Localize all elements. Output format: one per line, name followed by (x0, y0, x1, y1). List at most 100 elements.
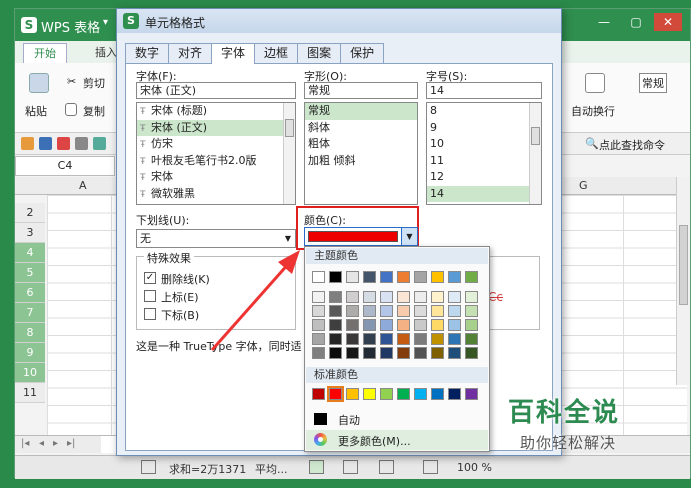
tab-start[interactable]: 开始 (23, 43, 67, 63)
theme-color-swatch[interactable] (329, 319, 342, 331)
theme-color-swatch[interactable] (329, 305, 342, 317)
theme-color-swatch[interactable] (380, 291, 393, 303)
theme-color-swatch[interactable] (380, 347, 393, 359)
zoom-level[interactable]: 100 % (457, 461, 492, 474)
open-icon[interactable] (21, 137, 34, 150)
theme-color-swatch[interactable] (312, 319, 325, 331)
standard-color-swatch[interactable] (397, 388, 410, 400)
check-icon[interactable]: ✓ (144, 272, 156, 284)
list-item[interactable]: 加粗 倾斜 (305, 153, 417, 170)
theme-color-swatch[interactable] (346, 291, 359, 303)
row-header[interactable]: 4 (15, 243, 45, 263)
more-colors-option[interactable]: 更多颜色(M)... (306, 430, 488, 450)
tab-alignment[interactable]: 对齐 (168, 43, 213, 63)
underline-select[interactable]: 无 ▼ (136, 229, 296, 248)
standard-color-swatch[interactable] (380, 388, 393, 400)
theme-color-swatch[interactable] (414, 271, 427, 283)
theme-color-swatch[interactable] (346, 305, 359, 317)
save-icon[interactable] (39, 137, 52, 150)
chevron-down-icon[interactable]: ▾ (103, 17, 108, 28)
row-header[interactable]: 3 (15, 223, 45, 243)
normal-view-icon[interactable] (309, 460, 324, 474)
cut-button[interactable]: 剪切 (83, 75, 105, 91)
copy-icon[interactable] (65, 103, 77, 116)
close-icon[interactable]: ✕ (654, 13, 682, 31)
list-item[interactable]: Ŧ 宋体 (正文) (137, 119, 295, 136)
theme-color-swatch[interactable] (448, 347, 461, 359)
wps-app-title[interactable]: WPS 表格 (41, 17, 100, 36)
theme-color-swatch[interactable] (397, 291, 410, 303)
theme-color-swatch[interactable] (465, 305, 478, 317)
checkbox-box[interactable] (144, 308, 156, 320)
wrap-text-button[interactable]: 自动换行 (571, 103, 615, 119)
list-item[interactable]: Ŧ 宋体 (标题) (137, 103, 295, 120)
theme-color-swatch[interactable] (414, 347, 427, 359)
theme-color-swatch[interactable] (414, 319, 427, 331)
row-header[interactable]: 9 (15, 343, 45, 363)
list-item[interactable]: 9 (427, 120, 541, 137)
theme-color-swatch[interactable] (431, 305, 444, 317)
standard-color-swatch[interactable] (363, 388, 376, 400)
theme-color-swatch[interactable] (414, 333, 427, 345)
theme-color-swatch[interactable] (363, 305, 376, 317)
pdf-icon[interactable] (57, 137, 70, 150)
list-item[interactable]: 粗体 (305, 136, 417, 153)
tab-pattern[interactable]: 图案 (297, 43, 342, 63)
theme-color-swatch[interactable] (431, 319, 444, 331)
theme-color-swatch[interactable] (329, 271, 342, 283)
next-sheet-icon[interactable]: ▸ (53, 438, 58, 449)
list-item[interactable]: 12 (427, 169, 541, 186)
theme-color-swatch[interactable] (363, 291, 376, 303)
theme-color-swatch[interactable] (465, 333, 478, 345)
theme-color-swatch[interactable] (431, 271, 444, 283)
list-item[interactable]: 10 (427, 136, 541, 153)
style-input[interactable]: 常规 (304, 82, 418, 99)
row-header[interactable]: 2 (15, 203, 45, 223)
theme-color-swatch[interactable] (312, 291, 325, 303)
theme-color-swatch[interactable] (448, 333, 461, 345)
list-item[interactable]: Ŧ 仿宋 (137, 136, 295, 153)
page-break-icon[interactable] (379, 460, 394, 474)
theme-color-swatch[interactable] (431, 333, 444, 345)
theme-color-swatch[interactable] (414, 305, 427, 317)
status-icon[interactable] (141, 460, 156, 474)
row-header[interactable]: 7 (15, 303, 45, 323)
standard-color-swatch[interactable] (448, 388, 461, 400)
theme-color-swatch[interactable] (363, 319, 376, 331)
theme-color-swatch[interactable] (363, 333, 376, 345)
list-item[interactable]: 14 (427, 185, 541, 202)
scrollbar-thumb[interactable] (679, 225, 688, 305)
minimize-icon[interactable]: — (590, 13, 618, 31)
style-list[interactable]: 常规 斜体 粗体 加粗 倾斜 (304, 102, 418, 205)
size-list[interactable]: 8 9 10 11 12 14 (426, 102, 542, 205)
number-format-select[interactable]: 常规 (639, 73, 667, 93)
automatic-color-option[interactable]: 自动 (306, 409, 488, 429)
row-header[interactable]: 10 (15, 363, 45, 383)
list-item[interactable]: Ŧ 微软雅黑 (137, 186, 295, 203)
theme-color-swatch[interactable] (465, 319, 478, 331)
theme-color-swatch[interactable] (397, 271, 410, 283)
dialog-titlebar[interactable]: S 单元格格式 (117, 9, 561, 33)
theme-color-swatch[interactable] (448, 271, 461, 283)
standard-color-swatch[interactable] (312, 388, 325, 400)
theme-color-swatch[interactable] (380, 305, 393, 317)
preview-icon[interactable] (93, 137, 106, 150)
theme-color-swatch[interactable] (380, 333, 393, 345)
row-header[interactable]: 11 (15, 383, 45, 403)
row-header[interactable]: 8 (15, 323, 45, 343)
standard-color-swatch[interactable] (431, 388, 444, 400)
wrap-text-icon[interactable] (585, 73, 605, 93)
chevron-down-icon[interactable]: ▼ (401, 228, 417, 245)
theme-color-swatch[interactable] (448, 291, 461, 303)
theme-color-swatch[interactable] (431, 347, 444, 359)
theme-color-swatch[interactable] (465, 347, 478, 359)
column-header-g[interactable]: G (579, 179, 588, 192)
theme-color-swatch[interactable] (312, 333, 325, 345)
list-item[interactable]: 常规 (305, 103, 417, 120)
theme-color-swatch[interactable] (346, 271, 359, 283)
list-item[interactable]: Ŧ 叶根友毛笔行书2.0版 (137, 153, 295, 170)
paste-button[interactable]: 粘贴 (25, 103, 47, 119)
scrollbar-thumb[interactable] (531, 127, 540, 145)
paste-icon[interactable] (29, 73, 49, 93)
chevron-down-icon[interactable]: ▼ (281, 230, 295, 247)
